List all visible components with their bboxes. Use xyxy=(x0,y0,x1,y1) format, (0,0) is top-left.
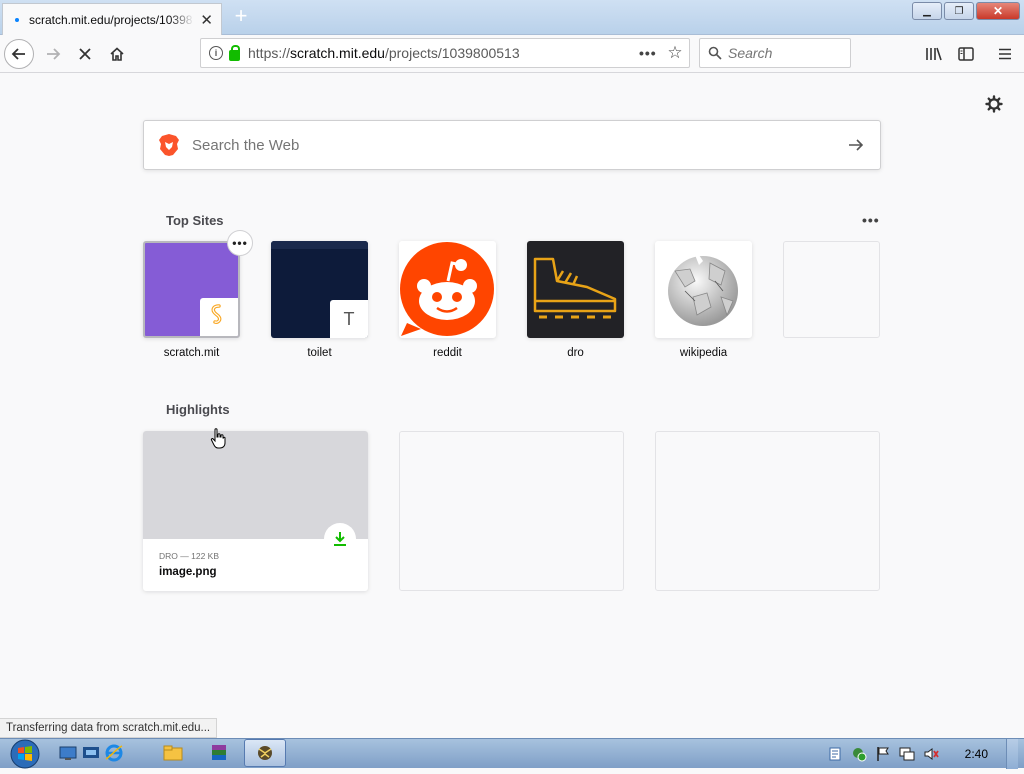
window-controls: ▁ ❐ ✕ xyxy=(912,2,1020,20)
download-icon xyxy=(334,532,346,546)
nav-toolbar: i https://scratch.mit.edu/projects/10398… xyxy=(0,35,1024,73)
top-sites-heading: Top Sites xyxy=(166,213,224,228)
library-button[interactable] xyxy=(924,44,944,64)
taskbar-browser-app[interactable] xyxy=(244,739,286,767)
show-desktop-button[interactable] xyxy=(1006,739,1018,769)
top-site-wikipedia[interactable]: wikipedia xyxy=(655,241,752,359)
tray-network-icon[interactable] xyxy=(899,746,915,762)
sidebar-icon xyxy=(958,47,974,61)
search-input[interactable] xyxy=(728,45,838,61)
top-site-label: toilet xyxy=(307,347,332,359)
taskbar-winrar-icon[interactable] xyxy=(208,742,230,764)
highlight-meta: DRO — 122 KB xyxy=(159,551,219,561)
library-icon xyxy=(926,47,942,61)
url-path: /projects/1039800513 xyxy=(384,45,520,61)
top-site-toilet[interactable]: T toilet xyxy=(271,241,368,359)
arrow-right-icon[interactable] xyxy=(846,135,866,155)
gear-icon xyxy=(985,95,1003,113)
stop-icon xyxy=(79,48,91,60)
thumbnail-header xyxy=(271,241,368,249)
url-text[interactable]: https://scratch.mit.edu/projects/1039800… xyxy=(248,45,639,61)
tile-context-menu-button[interactable]: ••• xyxy=(227,230,253,256)
tray-volume-muted-icon[interactable] xyxy=(923,746,939,762)
top-site-tile[interactable] xyxy=(143,241,240,338)
forward-icon xyxy=(47,48,61,60)
home-icon xyxy=(110,47,124,61)
windows-taskbar: 2:40 xyxy=(0,738,1024,769)
menu-icon xyxy=(999,48,1011,60)
top-site-reddit[interactable]: reddit xyxy=(399,241,496,359)
stop-button[interactable] xyxy=(70,39,100,69)
reddit-logo-icon xyxy=(400,242,494,336)
browser-window: scratch.mit.edu/projects/10398 ✕ + ▁ ❐ ✕… xyxy=(0,0,1024,738)
tray-flag-icon[interactable] xyxy=(875,746,891,762)
search-icon xyxy=(708,46,722,60)
taskbar-clock[interactable]: 2:40 xyxy=(965,747,988,761)
maximize-button[interactable]: ❐ xyxy=(944,2,974,20)
tab-title: scratch.mit.edu/projects/10398 xyxy=(29,12,193,27)
scratch-favicon-icon xyxy=(200,298,238,336)
boot-logo-icon xyxy=(533,257,617,319)
search-bar[interactable] xyxy=(699,38,851,68)
top-sites-more-icon[interactable]: ••• xyxy=(862,212,880,228)
page-actions-icon[interactable]: ••• xyxy=(639,45,661,61)
brave-logo-icon xyxy=(159,134,179,156)
taskbar-ie-icon[interactable] xyxy=(103,742,125,764)
status-bar: Transferring data from scratch.mit.edu..… xyxy=(0,718,218,738)
hand-cursor-icon xyxy=(210,428,226,449)
windows-logo-icon xyxy=(10,739,40,769)
tab-strip: scratch.mit.edu/projects/10398 ✕ + ▁ ❐ ✕ xyxy=(0,0,1024,35)
menu-button[interactable] xyxy=(995,44,1015,64)
url-prefix: https:// xyxy=(248,45,291,61)
toilet-letter-icon: T xyxy=(330,300,368,338)
loading-indicator-icon xyxy=(15,17,19,22)
settings-button[interactable] xyxy=(984,94,1004,114)
minimize-button[interactable]: ▁ xyxy=(912,2,942,20)
top-site-label: scratch.mit xyxy=(163,347,220,359)
lock-icon[interactable] xyxy=(229,44,240,61)
back-icon xyxy=(11,48,25,60)
top-site-placeholder xyxy=(783,241,880,338)
new-tab-button[interactable]: + xyxy=(229,5,253,29)
tray-security-icon[interactable] xyxy=(851,746,867,762)
tab-close-icon[interactable]: ✕ xyxy=(200,11,213,29)
info-icon[interactable]: i xyxy=(209,46,223,60)
taskbar-monitor-icon[interactable] xyxy=(80,742,102,764)
top-site-tile[interactable] xyxy=(655,241,752,338)
top-site-label: reddit xyxy=(433,347,462,359)
top-site-empty-slot xyxy=(783,241,880,338)
wikipedia-globe-icon xyxy=(668,255,738,326)
top-site-label: wikipedia xyxy=(679,347,728,359)
taskbar-desktop-icon[interactable] xyxy=(57,742,79,764)
url-host: scratch.mit.edu xyxy=(290,45,385,61)
top-site-scratch[interactable]: scratch.mit xyxy=(143,241,240,359)
top-site-tile[interactable] xyxy=(399,241,496,338)
sidebar-button[interactable] xyxy=(956,44,976,64)
top-site-dro[interactable]: dro xyxy=(527,241,624,359)
taskbar-explorer-icon[interactable] xyxy=(162,742,184,764)
highlight-filename: image.png xyxy=(159,566,217,578)
tray-document-icon[interactable] xyxy=(827,746,843,762)
highlight-placeholder xyxy=(399,431,624,591)
tab-scratch[interactable]: scratch.mit.edu/projects/10398 ✕ xyxy=(2,3,222,35)
top-site-tile[interactable] xyxy=(527,241,624,338)
window-close-button[interactable]: ✕ xyxy=(976,2,1020,20)
bookmark-star-icon[interactable]: ☆ xyxy=(661,43,689,63)
start-button[interactable] xyxy=(6,739,44,769)
back-button[interactable] xyxy=(4,39,34,69)
top-site-label: dro xyxy=(567,347,584,359)
web-search-input[interactable] xyxy=(192,136,846,154)
download-badge xyxy=(324,523,356,555)
system-tray: 2:40 xyxy=(827,739,1024,769)
highlights-heading: Highlights xyxy=(166,402,230,417)
web-search-box[interactable] xyxy=(143,120,881,170)
highlight-card[interactable]: DRO — 122 KB image.png xyxy=(143,431,368,591)
taskbar-browser-icon xyxy=(258,746,272,760)
top-site-tile[interactable]: T xyxy=(271,241,368,338)
home-button[interactable] xyxy=(102,39,132,69)
highlight-placeholder xyxy=(655,431,880,591)
forward-button[interactable] xyxy=(38,39,68,69)
url-bar[interactable]: i https://scratch.mit.edu/projects/10398… xyxy=(200,38,690,68)
